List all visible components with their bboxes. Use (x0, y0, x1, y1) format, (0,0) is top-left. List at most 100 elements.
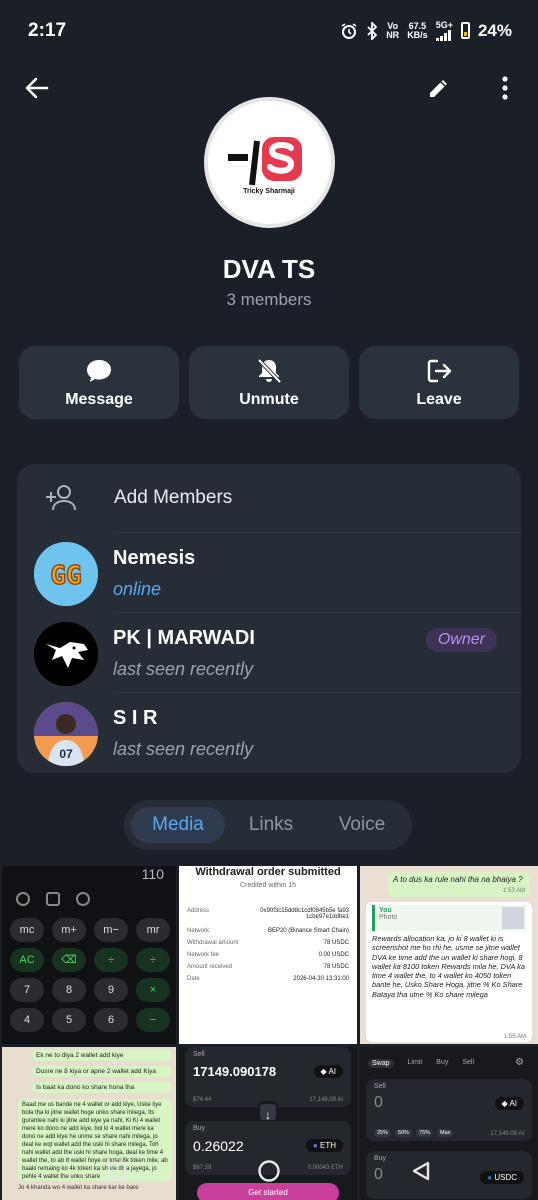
nav-back-button[interactable] (406, 1156, 436, 1186)
back-button[interactable] (19, 70, 55, 106)
battery-percent: 24% (477, 20, 512, 40)
unmute-label: Unmute (239, 390, 299, 408)
tab-links[interactable]: Links (230, 807, 312, 843)
withdrawal-row: Network fee 0.00 USDC (187, 952, 349, 958)
withdrawal-row: Address 0x90f3c15dd8c1cdf0845b5e fa93 1cb… (187, 908, 349, 920)
add-members-button[interactable]: Add Members (17, 464, 521, 532)
member-row-sir[interactable]: 07 S I R last seen recently (17, 693, 521, 773)
signal-icon (436, 30, 452, 41)
withdrawal-row: Date 2026-04-30 13:31:00 (187, 976, 349, 982)
chat-quote: You Photo (372, 905, 526, 931)
calc-key[interactable]: m+ (52, 918, 86, 942)
swap1-sell-token: ◆ AI (313, 1065, 343, 1078)
note-bubble-3: Is baat ka dono ko share hona tha (32, 1082, 172, 1093)
withdrawal-row: Withdrawal amount 78 USDC (187, 940, 349, 946)
calc-key[interactable]: ÷ (94, 948, 128, 972)
calc-key[interactable]: 8 (52, 978, 86, 1002)
add-person-icon (46, 485, 76, 511)
edit-button[interactable] (421, 70, 457, 106)
alarm-icon (341, 22, 357, 39)
calc-keypad: mc m+ m− mr AC ⌫ ÷ ÷ 7 8 9 × 4 5 6− (10, 918, 170, 1032)
withdrawal-title: Withdrawal order submitted (195, 866, 341, 878)
chat-bubble-main: You Photo Rewards allocation ka, jo ki 8… (366, 902, 532, 1042)
calc-key[interactable]: 7 (10, 978, 44, 1002)
calc-key[interactable]: − (136, 1008, 170, 1032)
calc-key[interactable]: 4 (10, 1008, 44, 1032)
withdrawal-row: Amount received 78 USDC (187, 964, 349, 970)
gg-avatar-art: GG (34, 542, 98, 606)
member-name: Nemesis (113, 547, 196, 569)
message-label: Message (65, 390, 133, 408)
bluetooth-icon (367, 21, 378, 40)
group-logo: Tricky Sharmaji (228, 137, 302, 195)
leave-icon (427, 359, 452, 382)
tab-media[interactable]: Media (131, 807, 225, 843)
add-members-label: Add Members (114, 487, 233, 508)
calc-key[interactable]: 6 (94, 1008, 128, 1032)
withdrawal-details: Address 0x90f3c15dd8c1cdf0845b5e fa93 1cb… (187, 908, 349, 988)
withdrawal-row: Network BEP20 (Binance Smart Chain) (187, 928, 349, 934)
vertical-dots-icon (502, 76, 508, 100)
media-thumb-withdrawal[interactable]: Withdrawal order submitted Credited with… (179, 866, 357, 1044)
swap-direction-icon[interactable]: ↓ (257, 1101, 279, 1123)
quote-thumbnail (502, 907, 524, 929)
group-name: DVA TS (222, 254, 316, 284)
battery-icon (460, 22, 470, 39)
calc-key[interactable]: AC (10, 948, 44, 972)
calc-key[interactable]: mc (10, 918, 44, 942)
recents-square-icon (107, 1161, 127, 1181)
media-thumb-calculator[interactable]: 110 mc m+ m− mr AC ⌫ ÷ ÷ 7 8 9 × 4 5 6− (2, 866, 176, 1044)
percent-button[interactable]: 25% (374, 1129, 392, 1137)
note-bubble-1: Ek ne to diya 2 wallet add kiye (32, 1050, 172, 1061)
network-speed: 67.5 KB/s (407, 20, 428, 40)
calc-key[interactable]: 5 (52, 1008, 86, 1032)
owner-badge: Owner (425, 628, 497, 652)
member-row-nemesis[interactable]: GG Nemesis online (17, 533, 521, 613)
calc-key[interactable]: m− (94, 918, 128, 942)
swap2-sell-box: Sell 0 ◆ AI 25% 50% 75% Max 17,149.09 AI (366, 1079, 532, 1141)
percent-button[interactable]: 75% (416, 1129, 434, 1137)
calc-key[interactable]: 9 (94, 978, 128, 1002)
status-time: 2:17 (28, 20, 67, 41)
leave-button[interactable]: Leave (359, 346, 519, 419)
status-bar: 2:17 Vo NR 67.5 KB/s 5G+ 24% (0, 0, 538, 60)
pencil-icon (430, 80, 447, 97)
chat-body: Rewards allocation ka, jo ki 8 wallet ki… (372, 934, 525, 999)
avatar: 07 (34, 702, 98, 766)
calc-key[interactable]: mr (136, 918, 170, 942)
swap2-tab[interactable]: Buy (436, 1059, 448, 1068)
swap2-sell-token: ◆ AI (494, 1097, 524, 1110)
tab-voice[interactable]: Voice (319, 807, 405, 843)
calc-toolbar (16, 892, 90, 906)
chat-bubble-icon (87, 359, 111, 382)
media-thumb-chat[interactable]: A to dus ka rule nahi tha na bhaiya ? 1:… (360, 866, 538, 1044)
swap2-tab[interactable]: Swap (368, 1059, 394, 1068)
leave-label: Leave (416, 390, 462, 408)
shared-media-tabs: Media Links Voice (124, 800, 412, 850)
percent-button[interactable]: Max (437, 1129, 454, 1137)
member-status: last seen recently (113, 659, 254, 679)
unmute-button[interactable]: Unmute (189, 346, 349, 419)
settings-icon[interactable]: ⚙ (515, 1057, 524, 1068)
more-options-button[interactable] (487, 70, 523, 106)
recents-button[interactable] (102, 1156, 132, 1186)
home-button[interactable] (254, 1156, 284, 1186)
member-row-pk-marwadi[interactable]: PK | MARWADI last seen recently Owner (17, 613, 521, 693)
withdrawal-subtitle: Credited within 1h (239, 882, 297, 889)
calc-key[interactable]: ⌫ (52, 948, 86, 972)
swap2-tab[interactable]: Limit (408, 1059, 423, 1068)
avatar (34, 622, 98, 686)
calc-key[interactable]: × (136, 978, 170, 1002)
bell-off-icon (257, 358, 282, 383)
member-count: 3 members (226, 290, 312, 309)
message-button[interactable]: Message (19, 346, 179, 419)
arrow-left-icon (25, 77, 49, 99)
percent-button[interactable]: 50% (395, 1129, 413, 1137)
system-nav-bar (0, 1138, 538, 1200)
home-circle-icon (258, 1160, 280, 1182)
swap2-tab[interactable]: Sell (462, 1059, 474, 1068)
group-avatar[interactable]: Tricky Sharmaji (204, 97, 335, 228)
calc-key[interactable]: ÷ (136, 948, 170, 972)
note-bubble-2: Dusre ne 8 kiya or apne 2 wallet add Kiy… (32, 1066, 172, 1077)
signal-strength: 5G+ (436, 20, 453, 41)
